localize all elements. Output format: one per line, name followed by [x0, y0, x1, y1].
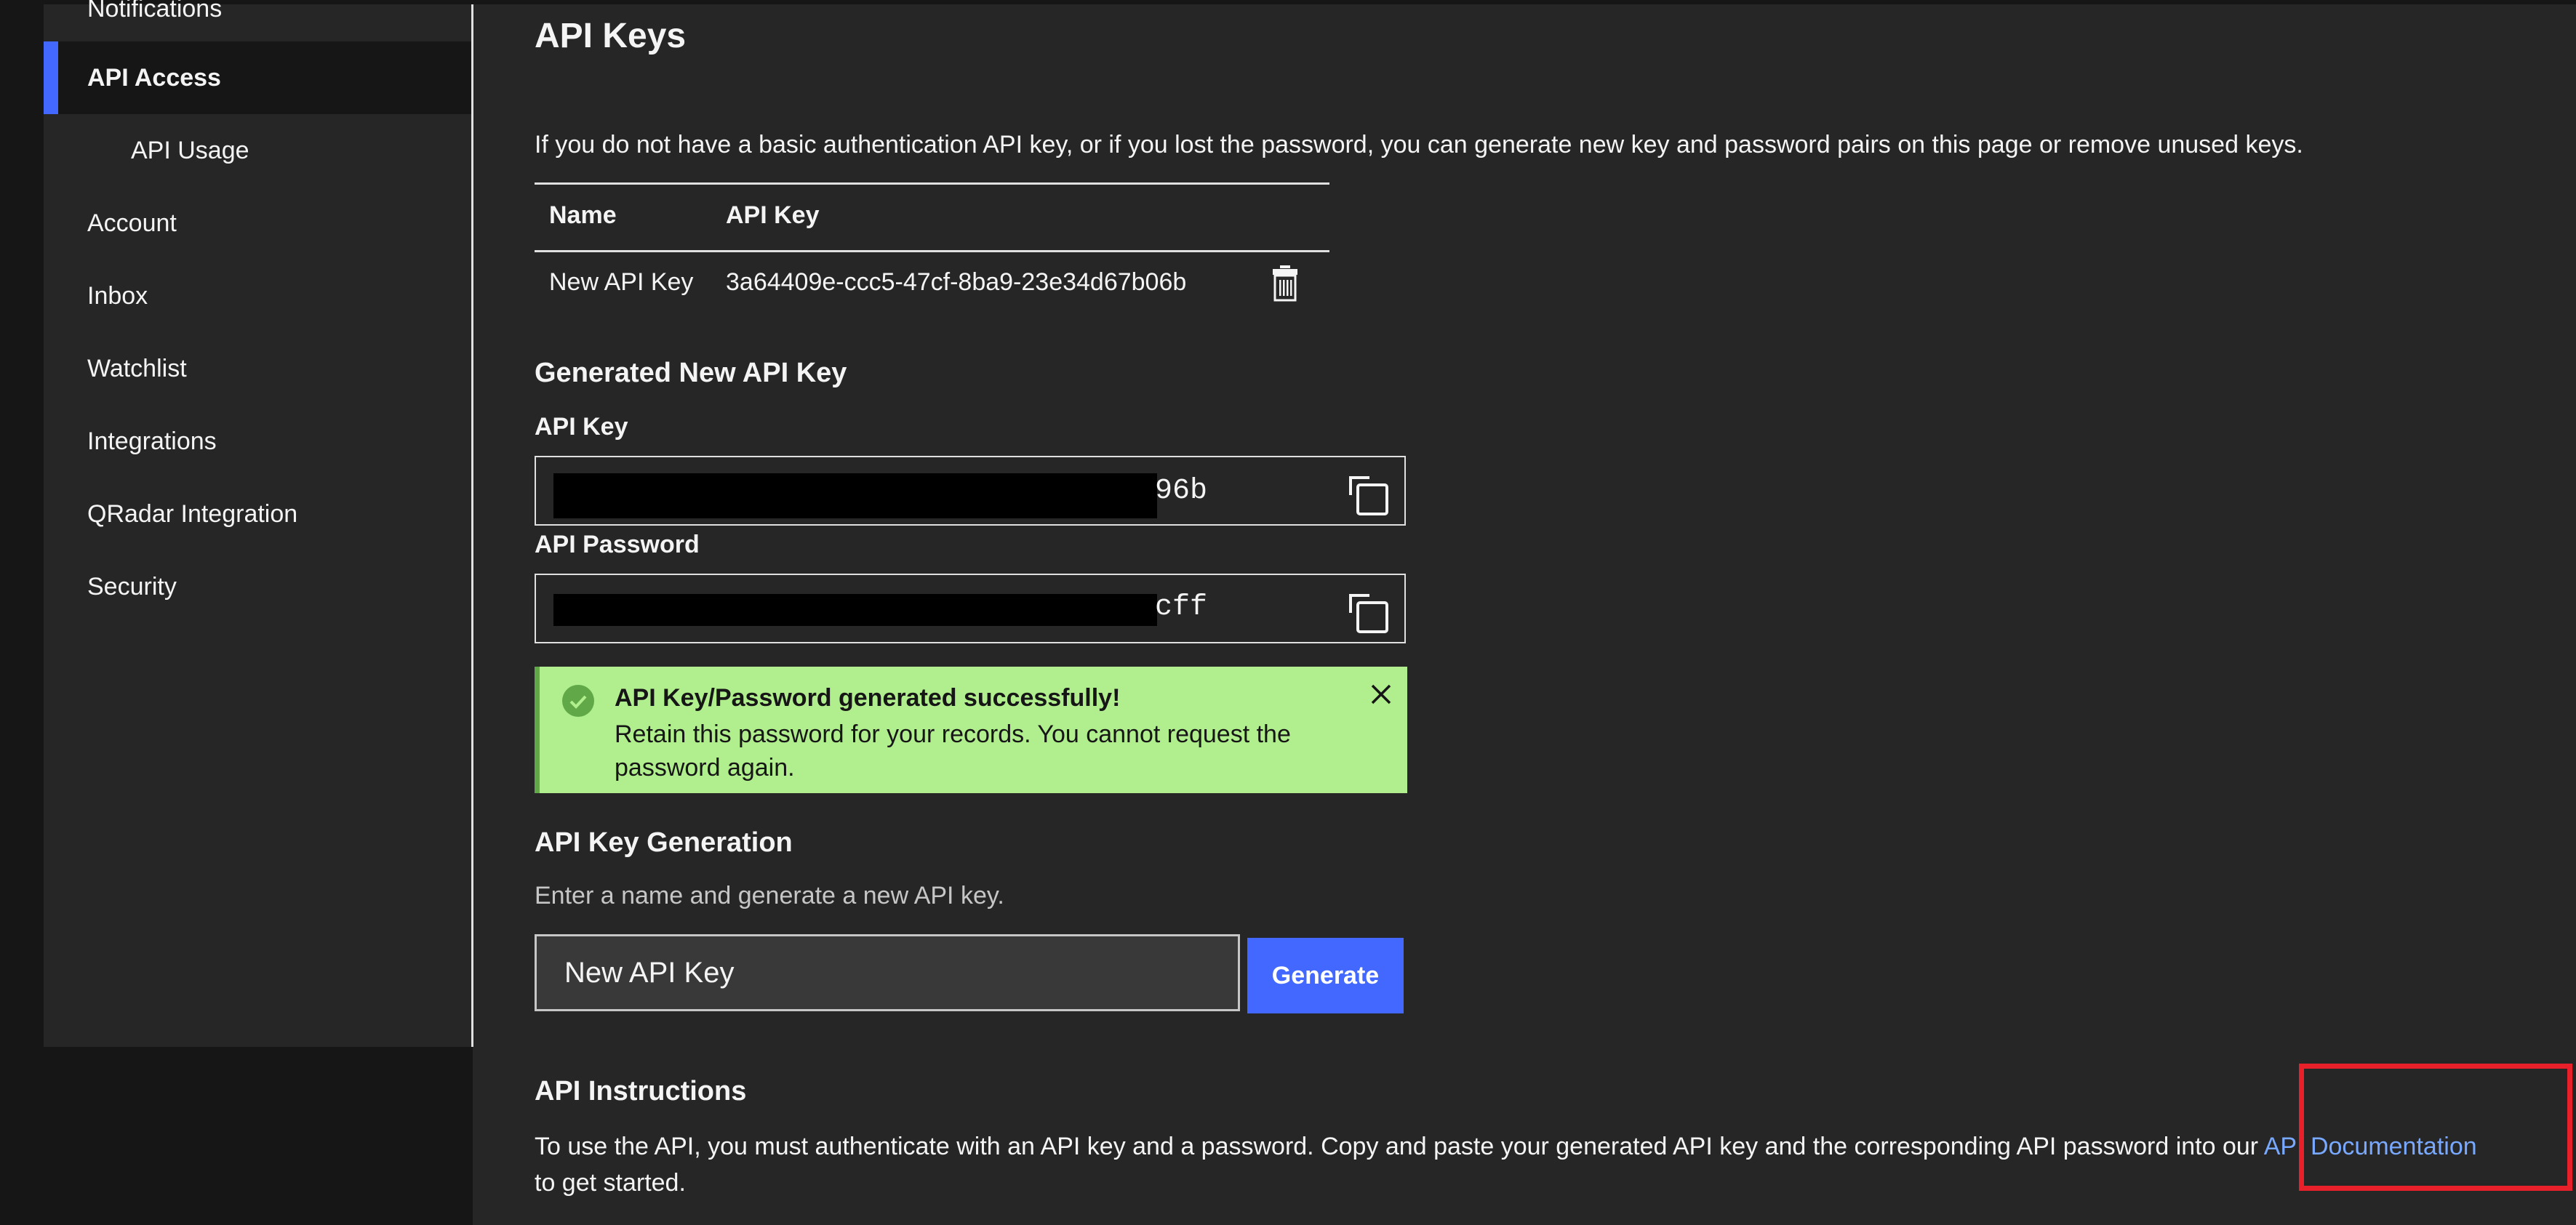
left-gutter — [0, 0, 44, 1225]
column-header-name: Name — [549, 201, 617, 229]
table-top-border — [535, 182, 1329, 185]
sidebar-item-api-access[interactable]: API Access — [44, 41, 471, 114]
generate-button[interactable]: Generate — [1247, 938, 1404, 1013]
checkmark-circle-icon — [562, 685, 594, 717]
sidebar-item-label: Watchlist — [87, 354, 187, 382]
page-description: If you do not have a basic authenticatio… — [535, 131, 2303, 158]
api-instructions-heading: API Instructions — [535, 1076, 747, 1106]
sidebar-item-label: Security — [87, 572, 177, 601]
sidebar-item-security[interactable]: Security — [44, 550, 471, 623]
notification-title: API Key/Password generated successfully! — [615, 684, 1121, 712]
api-password-field[interactable]: cff — [535, 574, 1406, 643]
table-header-border — [535, 250, 1329, 252]
api-documentation-link[interactable]: API Documentation — [2264, 1133, 2477, 1160]
api-key-value-tail: 96b — [1155, 475, 1208, 507]
sidebar-item-account[interactable]: Account — [44, 187, 471, 260]
page-title: API Keys — [535, 17, 687, 55]
sidebar-item-label: API Usage — [131, 136, 249, 164]
instructions-text-after: to get started. — [535, 1169, 686, 1197]
key-generation-description: Enter a name and generate a new API key. — [535, 882, 1004, 909]
sidebar-item-api-usage[interactable]: API Usage — [44, 114, 471, 187]
row-name: New API Key — [549, 268, 694, 296]
sidebar-item-label: Notifications — [87, 0, 223, 23]
trash-icon[interactable] — [1273, 265, 1297, 302]
api-password-value-tail: cff — [1155, 591, 1208, 624]
sidebar-divider — [471, 4, 473, 1047]
generated-key-heading: Generated New API Key — [535, 358, 847, 388]
sidebar-item-label: Integrations — [87, 427, 217, 455]
close-icon[interactable] — [1369, 683, 1393, 706]
sidebar-item-qradar-integration[interactable]: QRadar Integration — [44, 478, 471, 550]
instructions-text-before: To use the API, you must authenticate wi… — [535, 1133, 2264, 1160]
sidebar: Notifications API Access API Usage Accou… — [44, 0, 471, 1047]
redacted-block — [553, 594, 1157, 626]
notification-message: Retain this password for your records. Y… — [615, 720, 1291, 782]
api-key-name-input[interactable] — [535, 934, 1240, 1011]
api-key-label: API Key — [535, 413, 628, 441]
sidebar-item-label: API Access — [87, 63, 221, 92]
redacted-block — [553, 473, 1157, 518]
column-header-api-key: API Key — [726, 201, 820, 229]
sidebar-item-label: QRadar Integration — [87, 499, 298, 528]
sidebar-item-label: Inbox — [87, 281, 148, 310]
sidebar-item-integrations[interactable]: Integrations — [44, 405, 471, 478]
api-instructions-text: To use the API, you must authenticate wi… — [535, 1128, 2571, 1201]
api-key-field[interactable]: 96b — [535, 456, 1406, 526]
sidebar-item-watchlist[interactable]: Watchlist — [44, 332, 471, 405]
sidebar-item-label: Account — [87, 209, 177, 237]
sidebar-item-notifications[interactable]: Notifications — [44, 0, 471, 45]
copy-icon[interactable] — [1348, 593, 1390, 635]
key-generation-heading: API Key Generation — [535, 827, 793, 858]
sidebar-item-inbox[interactable]: Inbox — [44, 260, 471, 332]
row-api-key: 3a64409e-ccc5-47cf-8ba9-23e34d67b06b — [726, 268, 1187, 296]
api-password-label: API Password — [535, 531, 700, 558]
success-notification: API Key/Password generated successfully!… — [535, 667, 1407, 793]
copy-icon[interactable] — [1348, 475, 1390, 517]
sidebar-footer-area — [44, 1047, 473, 1225]
